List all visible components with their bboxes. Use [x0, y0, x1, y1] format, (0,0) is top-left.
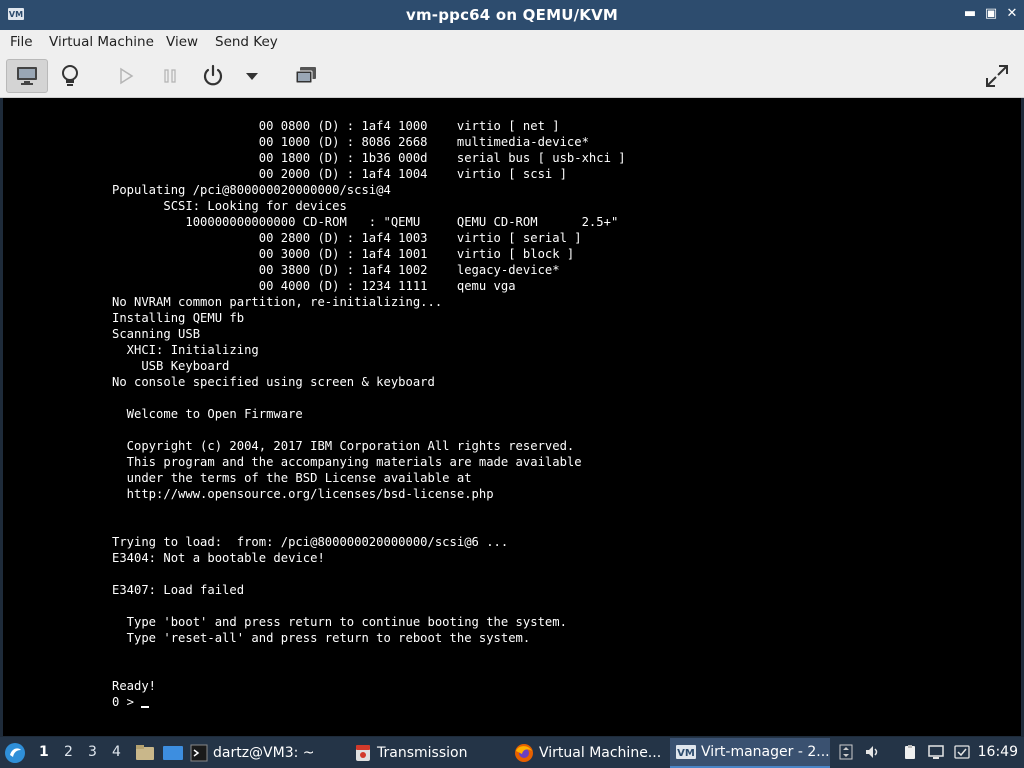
console-line: 00 1800 (D) : 1b36 000d serial bus [ usb…: [258, 151, 626, 165]
task-label: dartz@VM3: ~: [213, 745, 315, 761]
console-line: USB Keyboard: [141, 359, 230, 373]
console-line: XHCI: Initializing: [126, 343, 259, 357]
fullscreen-icon: [986, 65, 1008, 87]
snapshot-icon: [295, 67, 316, 84]
console-line: 00 2800 (D) : 1af4 1003 virtio [ serial …: [258, 231, 582, 245]
lxqt-start-icon: [5, 742, 25, 763]
console-line: This program and the accompanying materi…: [126, 455, 582, 469]
window-titlebar: VM vm-ppc64 on QEMU/KVM ▬ ▣ ✕: [0, 0, 1024, 30]
console-line: E3407: Load failed: [112, 583, 245, 597]
lightbulb-icon: [62, 65, 78, 86]
pause-button[interactable]: [149, 59, 191, 93]
firefox-icon: [515, 744, 533, 762]
menu-send-key[interactable]: Send Key: [215, 34, 278, 50]
show-details-button[interactable]: [49, 59, 91, 93]
minimize-button[interactable]: ▬: [962, 6, 978, 22]
console-line: Installing QEMU fb: [112, 311, 245, 325]
console-line: 00 3800 (D) : 1af4 1002 legacy-device*: [258, 263, 560, 277]
console-line: No NVRAM common partition, re-initializi…: [112, 295, 443, 309]
shutdown-button[interactable]: [192, 59, 234, 93]
console-output: 00 0800 (D) : 1af4 1000 virtio [ net ] 0…: [112, 118, 626, 710]
snapshots-button[interactable]: [285, 59, 327, 93]
folder-icon: [136, 744, 154, 760]
workspace-1[interactable]: 1: [39, 744, 49, 760]
console-line: Type 'boot' and press return to continue…: [126, 615, 567, 629]
power-icon: [203, 64, 223, 86]
console-line: Ready!: [112, 679, 157, 693]
vm-console[interactable]: 00 0800 (D) : 1af4 1000 virtio [ net ] 0…: [3, 98, 1021, 736]
desktop-icon: [163, 745, 183, 760]
console-line: 00 1000 (D) : 8086 2668 multimedia-devic…: [258, 135, 589, 149]
task-label: Virtual Machine...: [539, 745, 662, 761]
console-line: Copyright (c) 2004, 2017 IBM Corporation…: [126, 439, 575, 453]
file-manager-launcher[interactable]: [135, 737, 155, 768]
toolbar: [0, 55, 1024, 98]
console-line: http://www.opensource.org/licenses/bsd-l…: [126, 487, 494, 501]
console-line: Trying to load: from: /pci@8000000200000…: [112, 535, 509, 549]
maximize-button[interactable]: ▣: [983, 6, 999, 22]
scroll-arrows-icon[interactable]: [838, 744, 854, 760]
task-firefox[interactable]: Virtual Machine...: [514, 738, 666, 768]
show-console-button[interactable]: [6, 59, 48, 93]
console-line: SCSI: Looking for devices: [163, 199, 347, 213]
clipboard-icon[interactable]: [902, 744, 918, 760]
workspace-4[interactable]: 4: [112, 744, 121, 760]
console-line: Type 'reset-all' and press return to reb…: [126, 631, 531, 645]
pause-icon: [164, 69, 176, 83]
workspace-2[interactable]: 2: [64, 744, 73, 760]
virt-manager-icon: VM: [676, 745, 696, 759]
console-line: Welcome to Open Firmware: [126, 407, 303, 421]
console-line: 00 3000 (D) : 1af4 1001 virtio [ block ]: [258, 247, 575, 261]
console-line: under the terms of the BSD License avail…: [126, 471, 472, 485]
menu-view[interactable]: View: [166, 34, 198, 50]
task-terminal[interactable]: dartz@VM3: ~: [190, 738, 340, 768]
console-line: 00 2000 (D) : 1af4 1004 virtio [ scsi ]: [258, 167, 567, 181]
run-button[interactable]: [105, 59, 147, 93]
console-line: 00 0800 (D) : 1af4 1000 virtio [ net ]: [258, 119, 560, 133]
console-line: 00 4000 (D) : 1234 1111 qemu vga: [258, 279, 516, 293]
play-icon: [120, 67, 134, 85]
task-label: Transmission: [377, 745, 468, 761]
network-icon[interactable]: [928, 744, 944, 760]
desktop-launcher[interactable]: [162, 737, 184, 768]
task-transmission[interactable]: Transmission: [354, 738, 504, 768]
console-cursor: [141, 706, 150, 708]
window-title: vm-ppc64 on QEMU/KVM: [405, 6, 619, 24]
svg-text:VM: VM: [677, 748, 695, 759]
console-line: Scanning USB: [112, 327, 201, 341]
fullscreen-button[interactable]: [976, 59, 1018, 93]
console-line: No console specified using screen & keyb…: [112, 375, 435, 389]
volume-icon[interactable]: [864, 744, 880, 760]
console-prompt: 0 >: [112, 695, 142, 709]
console-line: Populating /pci@800000020000000/scsi@4: [112, 183, 391, 197]
task-virt-manager[interactable]: VM Virt-manager - 2...: [670, 738, 830, 768]
console-text: 00 0800 (D) : 1af4 1000 virtio [ net ] 0…: [112, 119, 626, 693]
terminal-icon: [190, 744, 208, 762]
transmission-icon: [356, 745, 370, 761]
notifications-icon[interactable]: [954, 744, 970, 760]
workspace-3[interactable]: 3: [88, 744, 97, 760]
chevron-down-icon: [246, 73, 258, 80]
console-line: 100000000000000 CD-ROM : "QEMU QEMU CD-R…: [185, 215, 619, 229]
shutdown-menu-button[interactable]: [232, 59, 272, 93]
task-label: Virt-manager - 2...: [701, 744, 830, 760]
menu-file[interactable]: File: [10, 34, 33, 50]
taskbar: 1 2 3 4 dartz@VM3: ~ Transmission Virtua…: [0, 737, 1024, 768]
clock[interactable]: 16:49: [978, 744, 1018, 760]
console-line: E3404: Not a bootable device!: [112, 551, 325, 565]
monitor-icon: [17, 67, 37, 85]
close-button[interactable]: ✕: [1004, 6, 1020, 22]
start-menu-button[interactable]: [4, 737, 26, 768]
menu-virtual-machine[interactable]: Virtual Machine: [49, 34, 154, 50]
menu-bar: File Virtual Machine View Send Key: [0, 30, 1024, 55]
